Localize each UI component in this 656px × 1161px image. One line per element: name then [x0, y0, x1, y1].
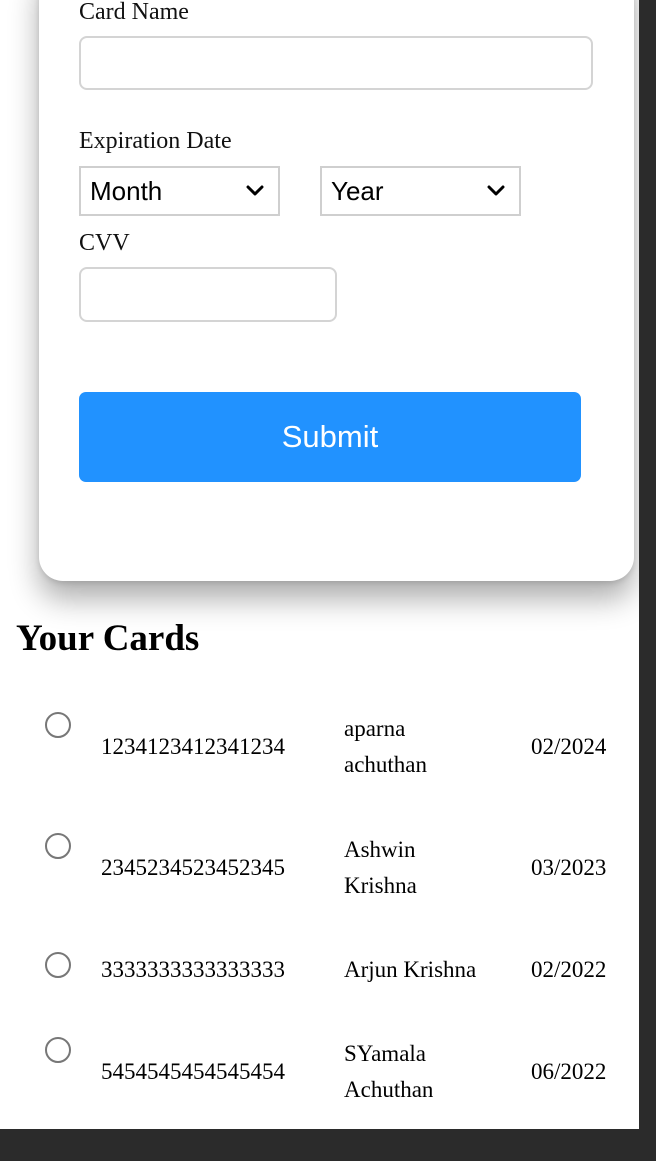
- card-holder-name: aparna achuthan: [344, 711, 519, 783]
- year-select-value: Year: [331, 175, 384, 206]
- card-expiry: 03/2023: [531, 855, 607, 880]
- card-holder-name: SYamala Achuthan: [344, 1036, 519, 1108]
- cvv-input[interactable]: [79, 267, 337, 322]
- your-cards-heading: Your Cards: [16, 618, 200, 659]
- card-radio[interactable]: [45, 952, 71, 978]
- expiration-date-label: Expiration Date: [79, 128, 232, 154]
- card-radio[interactable]: [45, 712, 71, 738]
- card-expiry: 02/2022: [531, 957, 607, 982]
- year-select[interactable]: Year: [320, 166, 521, 216]
- card-holder-name-line: Ashwin: [344, 837, 416, 862]
- page: Card Name Expiration Date Month Year CVV…: [0, 0, 639, 1129]
- card-holder-name-line: SYamala: [344, 1041, 427, 1066]
- card-number: 5454545454545454: [101, 1059, 285, 1084]
- card-holder-name: Arjun Krishna: [344, 957, 477, 982]
- card-expiry: 02/2024: [531, 734, 607, 759]
- card-expiry: 06/2022: [531, 1059, 607, 1084]
- card-name-input[interactable]: [79, 36, 593, 90]
- cvv-label: CVV: [79, 230, 130, 256]
- card-holder-name-line: Krishna: [344, 873, 417, 898]
- card-number: 1234123412341234: [101, 734, 285, 759]
- card-number: 3333333333333333: [101, 957, 285, 982]
- submit-button[interactable]: Submit: [79, 392, 581, 482]
- card-radio[interactable]: [45, 1037, 71, 1063]
- card-row: 5454545454545454 SYamala Achuthan 06/202…: [0, 1032, 639, 1112]
- month-select[interactable]: Month: [79, 166, 280, 216]
- card-name-label: Card Name: [79, 0, 189, 25]
- card-radio[interactable]: [45, 833, 71, 859]
- payment-form: Card Name Expiration Date Month Year CVV…: [39, 0, 634, 581]
- card-holder-name-line: Achuthan: [344, 1077, 434, 1102]
- month-select-value: Month: [90, 175, 163, 206]
- card-number: 2345234523452345: [101, 855, 285, 880]
- card-holder-name-line: achuthan: [344, 752, 428, 777]
- chevron-down-icon: [487, 185, 505, 197]
- card-row: 3333333333333333 Arjun Krishna 02/2022: [0, 950, 639, 990]
- chevron-down-icon: [246, 185, 264, 197]
- card-row: 1234123412341234 aparna achuthan 02/2024: [0, 707, 639, 787]
- card-holder-name: Ashwin Krishna: [344, 832, 519, 904]
- card-holder-name-line: aparna: [344, 716, 406, 741]
- card-row: 2345234523452345 Ashwin Krishna 03/2023: [0, 828, 639, 908]
